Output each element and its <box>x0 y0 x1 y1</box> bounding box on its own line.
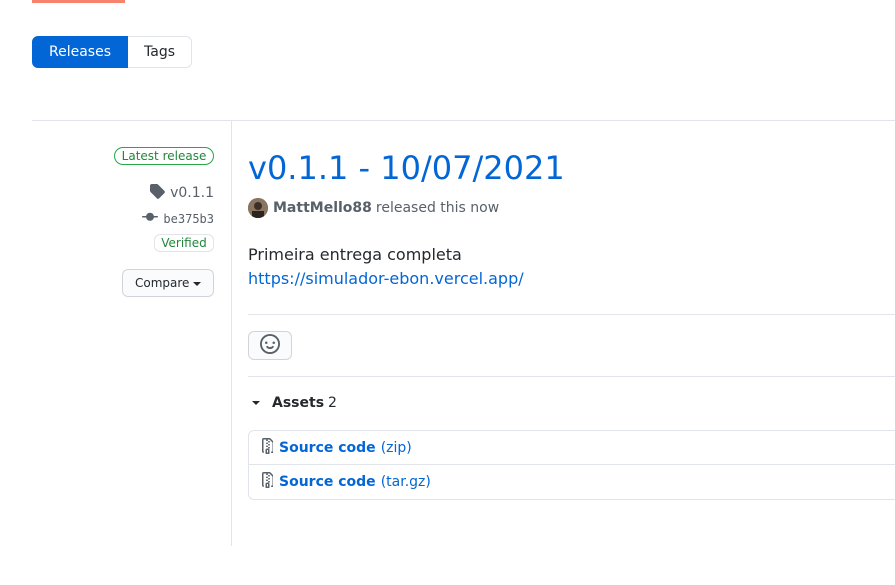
compare-label: Compare <box>135 276 190 290</box>
body-divider <box>248 314 895 315</box>
release-title[interactable]: v0.1.1 - 10/07/2021 <box>248 148 565 188</box>
release-author-row: MattMello88 released this now <box>248 198 499 218</box>
file-zip-icon <box>259 472 274 492</box>
add-reaction-button[interactable] <box>248 331 292 360</box>
section-divider <box>32 120 895 121</box>
compare-button[interactable]: Compare <box>122 269 214 297</box>
release-tag[interactable]: v0.1.1 <box>149 183 214 203</box>
latest-release-badge: Latest release <box>114 147 214 165</box>
assets-title: Assets <box>272 395 325 411</box>
assets-divider <box>248 376 895 377</box>
tag-name: v0.1.1 <box>170 185 214 201</box>
asset-name: Source code <box>279 439 376 456</box>
release-description: Primeira entrega completa <box>248 245 462 264</box>
author-link[interactable]: MattMello88 <box>273 200 372 216</box>
verified-badge[interactable]: Verified <box>154 234 214 252</box>
git-commit-icon <box>142 209 159 228</box>
release-commit[interactable]: be375b3 <box>142 209 214 228</box>
tab-releases[interactable]: Releases <box>32 36 128 68</box>
release-link[interactable]: https://simulador-ebon.vercel.app/ <box>248 267 524 291</box>
assets-count: 2 <box>328 395 337 411</box>
caret-down-icon <box>193 281 202 286</box>
commit-sha: be375b3 <box>163 211 214 226</box>
asset-name: Source code <box>279 474 376 490</box>
assets-toggle[interactable]: Assets 2 <box>252 393 337 413</box>
file-zip-icon <box>259 437 274 458</box>
asset-ext: (zip) <box>380 439 412 456</box>
tag-icon <box>149 183 165 203</box>
tab-tags[interactable]: Tags <box>128 36 192 68</box>
releases-tags-subnav: Releases Tags <box>32 36 192 68</box>
tab-underline-accent <box>32 0 125 3</box>
triangle-down-icon <box>252 401 260 405</box>
asset-item[interactable]: Source code (zip) <box>249 431 895 465</box>
smiley-icon <box>260 333 280 358</box>
timeline-line <box>231 121 232 546</box>
asset-ext: (tar.gz) <box>380 474 431 490</box>
assets-list: Source code (zip) Source code (tar.gz) <box>248 430 895 500</box>
asset-item[interactable]: Source code (tar.gz) <box>249 465 895 499</box>
avatar[interactable] <box>248 198 268 218</box>
released-text: released this now <box>375 200 500 216</box>
